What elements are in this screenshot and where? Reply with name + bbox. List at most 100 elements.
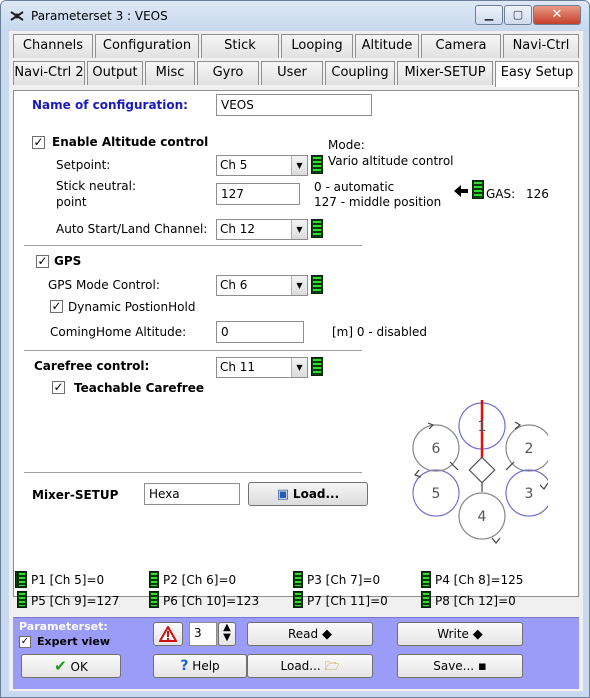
tab-stick[interactable]: Stick — [201, 34, 279, 58]
tab-channels[interactable]: Channels — [13, 34, 93, 58]
teachable-carefree-checkbox[interactable]: ✓ — [52, 381, 65, 394]
poti-led-p8 — [421, 591, 431, 608]
poti-led-p7 — [293, 591, 303, 608]
close-button[interactable]: ✕ — [533, 5, 581, 25]
tab-configuration[interactable]: Configuration — [95, 34, 199, 58]
read-label: Read — [288, 627, 319, 641]
checkmark-icon: ✔ — [54, 657, 67, 675]
minimize-icon: ▁ — [484, 8, 494, 21]
arrow-left-icon — [454, 185, 468, 197]
setpoint-led-meter — [311, 155, 323, 174]
motor-3-label: 3 — [525, 486, 534, 502]
cominghome-label: ComingHome Altitude: — [50, 325, 187, 339]
tab-user[interactable]: User — [261, 61, 323, 85]
altitude-enable-checkbox[interactable]: ✓ — [32, 136, 45, 149]
stick-neutral-input[interactable]: 127 — [216, 183, 300, 205]
spinner-up-down-icon: ▲ ▼ — [223, 622, 231, 643]
tab-gyro[interactable]: Gyro — [197, 61, 259, 85]
tab-camera[interactable]: Camera — [421, 34, 501, 58]
gps-mode-control-value: Ch 6 — [220, 278, 248, 292]
minimize-button[interactable]: ▁ — [475, 5, 503, 25]
chevron-down-icon: ▼ — [291, 220, 307, 239]
teachable-carefree-label: Teachable Carefree — [74, 381, 204, 395]
read-button[interactable]: Read ◆ — [247, 622, 373, 646]
autostart-label: Auto Start/Land Channel: — [56, 222, 208, 236]
poti-led-p5 — [17, 591, 27, 608]
dynamic-positionhold-checkbox[interactable]: ✓ — [50, 300, 63, 313]
poti-p1: P1 [Ch 5]=0 — [31, 573, 105, 587]
save-button[interactable]: Save... ▪ — [397, 654, 523, 678]
tab-coupling[interactable]: Coupling — [325, 61, 395, 85]
gps-mode-control-select[interactable]: Ch 6 ▼ — [216, 275, 308, 296]
cominghome-input[interactable]: 0 — [216, 321, 304, 343]
parameterset-spinner[interactable]: ▲ ▼ — [218, 622, 236, 646]
stick-neutral-hint-2: 127 - middle position — [314, 195, 442, 209]
gps-mode-control-label: GPS Mode Control: — [48, 278, 160, 292]
config-name-label: Name of configuration: — [32, 98, 188, 112]
help-label: Help — [192, 659, 220, 673]
poti-p3: P3 [Ch 7]=0 — [307, 573, 381, 587]
write-chip-icon: ◆ — [472, 627, 483, 642]
tab-output[interactable]: Output — [87, 61, 143, 85]
ok-label: OK — [70, 660, 88, 674]
motor-6-label: 6 — [432, 441, 441, 457]
expert-view-checkbox[interactable]: ✓ — [19, 636, 31, 648]
mode-value: Vario altitude control — [328, 154, 454, 168]
carefree-label: Carefree control: — [34, 359, 150, 373]
easy-setup-panel: Name of configuration: VEOS ✓ Enable Alt… — [13, 90, 579, 597]
motor-2-label: 2 — [525, 441, 534, 457]
mixer-setup-label: Mixer-SETUP — [32, 488, 119, 502]
setpoint-label: Setpoint: — [56, 158, 111, 172]
carefree-value: Ch 11 — [220, 360, 256, 374]
floppy-disk-icon: ▪ — [477, 659, 487, 674]
autostart-led-meter — [311, 219, 323, 238]
app-icon — [10, 11, 24, 21]
poti-p2: P2 [Ch 6]=0 — [163, 573, 237, 587]
gps-label: GPS — [54, 254, 82, 268]
folder-open-icon: 🗁 — [324, 659, 340, 673]
altitude-enable-label: Enable Altitude control — [52, 135, 209, 149]
maximize-button[interactable]: ▢ — [504, 5, 532, 25]
title-bar[interactable]: Parameterset 3 : VEOS ▁ ▢ ✕ — [1, 1, 589, 31]
close-icon: ✕ — [551, 7, 563, 22]
mixer-load-label: Load... — [292, 487, 340, 501]
divider — [24, 245, 362, 247]
ok-button[interactable]: ✔ OK — [21, 654, 121, 678]
help-icon: ? — [180, 658, 189, 674]
write-button[interactable]: Write ◆ — [397, 622, 523, 646]
mixer-load-button[interactable]: ▣ Load... — [248, 482, 368, 506]
save-label: Save... — [433, 659, 475, 673]
help-button[interactable]: ? Help — [153, 654, 247, 678]
tab-navi-ctrl-2[interactable]: Navi-Ctrl 2 — [13, 61, 85, 85]
mixer-setup-input[interactable]: Hexa — [144, 483, 240, 505]
hexa-motor-diagram: 1 2 3 4 5 6 — [412, 400, 548, 544]
parameterset-number-input[interactable]: 3 — [189, 622, 217, 646]
tab-looping[interactable]: Looping — [281, 34, 353, 58]
autostart-select[interactable]: Ch 12 ▼ — [216, 219, 308, 240]
warning-button[interactable] — [153, 622, 183, 646]
gas-label: GAS: — [486, 187, 516, 201]
folder-icon: ▣ — [276, 487, 290, 502]
carefree-select[interactable]: Ch 11 ▼ — [216, 357, 308, 378]
load-button[interactable]: Load... 🗁 — [247, 654, 373, 678]
motor-4-label: 4 — [478, 509, 487, 525]
gps-checkbox[interactable]: ✓ — [36, 255, 49, 268]
tab-mixer-setup[interactable]: Mixer-SETUP — [397, 61, 493, 85]
cominghome-hint: [m] 0 - disabled — [332, 325, 427, 339]
poti-p7: P7 [Ch 11]=0 — [307, 594, 388, 608]
stick-neutral-label-2: point — [56, 195, 87, 209]
tab-misc[interactable]: Misc — [145, 61, 195, 85]
read-chip-icon: ◆ — [321, 627, 332, 642]
mode-label: Mode: — [328, 138, 365, 152]
tab-easy-setup[interactable]: Easy Setup — [495, 61, 579, 87]
stick-neutral-label: Stick neutral: — [56, 179, 136, 193]
tab-altitude[interactable]: Altitude — [355, 34, 419, 58]
poti-led-p4 — [421, 571, 431, 588]
window-title: Parameterset 3 : VEOS — [31, 9, 168, 23]
load-label: Load... — [280, 659, 321, 673]
motor-5-label: 5 — [432, 486, 441, 502]
poti-led-p2 — [149, 571, 159, 588]
tab-navi-ctrl[interactable]: Navi-Ctrl — [503, 34, 579, 58]
setpoint-select[interactable]: Ch 5 ▼ — [216, 155, 308, 176]
config-name-input[interactable]: VEOS — [216, 94, 372, 116]
